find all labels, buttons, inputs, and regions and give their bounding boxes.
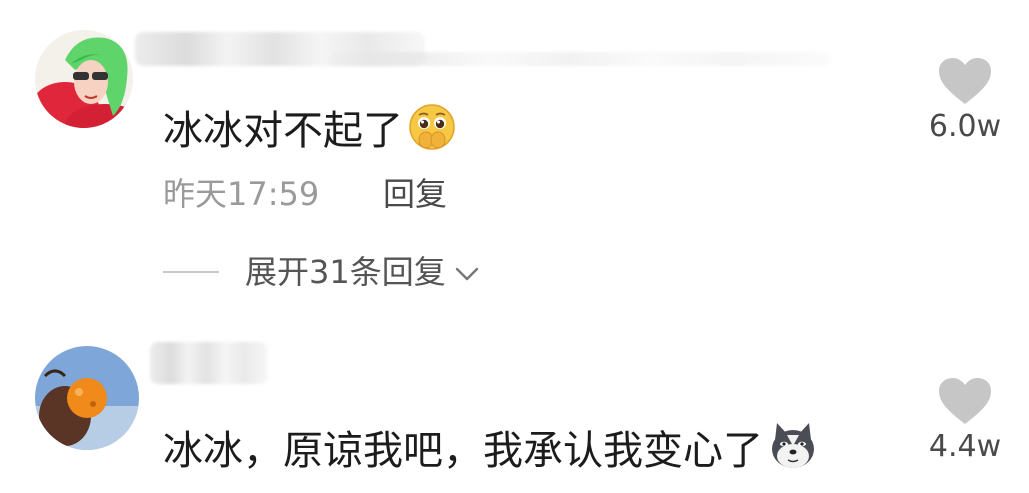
- reply-button[interactable]: 回复: [383, 178, 447, 210]
- chevron-down-icon: [454, 256, 480, 288]
- avatar[interactable]: [35, 346, 139, 450]
- comment-item: 冰冰，原谅我吧，我承认我变心了 4.4w: [0, 320, 1029, 493]
- like-count: 4.4w: [928, 429, 1002, 464]
- expand-replies-label: 展开31条回复: [245, 253, 446, 291]
- expand-replies-button[interactable]: 展开31条回复: [163, 256, 480, 288]
- comment-text: 冰冰，原谅我吧，我承认我变心了: [163, 420, 819, 479]
- like-count: 6.0w: [928, 109, 1002, 144]
- pleading-hands-face-emoji: [407, 102, 457, 159]
- like-button[interactable]: 4.4w: [920, 376, 1010, 462]
- username-blurred-extension: [330, 52, 830, 66]
- heart-icon: [920, 376, 1010, 426]
- comment-item: 冰冰对不起了 昨天17:59 回复 6.0w 展开31条回复: [0, 0, 1029, 320]
- username-blurred[interactable]: [150, 342, 268, 384]
- husky-dog-emoji: [767, 420, 819, 479]
- divider-line: [163, 271, 219, 273]
- like-button[interactable]: 6.0w: [920, 56, 1010, 142]
- comment-text: 冰冰对不起了: [163, 102, 457, 159]
- comment-timestamp: 昨天17:59: [163, 175, 320, 213]
- avatar[interactable]: [35, 30, 133, 128]
- heart-icon: [920, 56, 1010, 106]
